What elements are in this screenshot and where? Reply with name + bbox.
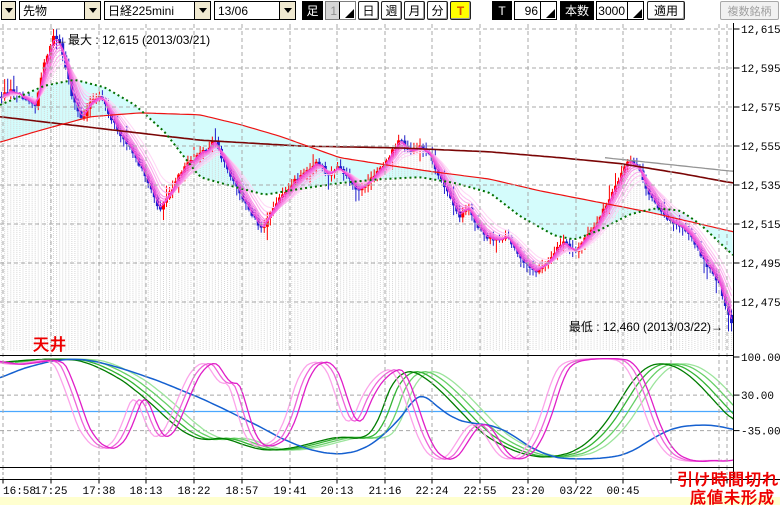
symbol-select[interactable]: 日経225mini (104, 1, 211, 20)
bar-type-button[interactable]: 足 (302, 1, 323, 20)
dropdown-arrow-icon[interactable] (2, 2, 15, 19)
tick-size-label: T (492, 1, 512, 20)
svg-text:12,495: 12,495 (741, 259, 780, 271)
bar-count-label: 本数 (560, 1, 594, 20)
svg-text:18:57: 18:57 (225, 486, 258, 498)
spinner-icon[interactable] (540, 2, 556, 19)
svg-text:12,535: 12,535 (741, 181, 780, 193)
svg-text:19:41: 19:41 (273, 486, 306, 498)
contract-month-value: 13/06 (215, 4, 279, 18)
bar-count-value: 3000 (597, 2, 627, 19)
period-minute-button[interactable]: 分 (427, 1, 448, 20)
toolbar: 先物 日経225mini 13/06 足 1 日 週 月 分 T T 96 本数… (0, 0, 780, 23)
symbol-select-value: 日経225mini (105, 2, 194, 19)
interval-value: 1 (326, 2, 339, 19)
spinner-icon[interactable] (339, 2, 355, 19)
tick-size-value: 96 (515, 2, 540, 19)
svg-text:20:13: 20:13 (320, 486, 353, 498)
svg-text:12,515: 12,515 (741, 220, 780, 232)
svg-text:12,575: 12,575 (741, 103, 780, 115)
svg-text:18:13: 18:13 (129, 486, 162, 498)
svg-text:12,555: 12,555 (741, 142, 780, 154)
bottom-not-formed-annotation: 底値未形成 (690, 484, 775, 505)
svg-text:00:45: 00:45 (606, 486, 639, 498)
period-day-button[interactable]: 日 (358, 1, 379, 20)
multi-symbol-button[interactable]: 複数銘柄 (720, 1, 779, 20)
tick-size-spinner[interactable]: 96 (514, 1, 557, 20)
svg-text:17:38: 17:38 (82, 486, 115, 498)
svg-text:16:58: 16:58 (3, 486, 36, 498)
dropdown-arrow-icon[interactable] (84, 2, 100, 19)
product-select[interactable]: 先物 (19, 1, 101, 20)
product-select-value: 先物 (20, 2, 84, 19)
svg-text:21:16: 21:16 (368, 486, 401, 498)
panel-collapse-combo[interactable] (1, 1, 16, 20)
apply-button[interactable]: 適用 (647, 1, 685, 20)
trading-chart-app: 12,615 12,595 12,575 12,555 12,535 12,515 12,4… (0, 0, 780, 505)
dropdown-arrow-icon[interactable] (194, 2, 210, 19)
max-price-annotation: ←最大 : 12,615 (2013/03/21) (56, 31, 210, 48)
svg-text:100.00: 100.00 (741, 353, 780, 365)
svg-text:22:24: 22:24 (415, 486, 448, 498)
spinner-icon[interactable] (627, 2, 643, 19)
interval-spinner[interactable]: 1 (325, 1, 356, 20)
period-week-button[interactable]: 週 (381, 1, 402, 20)
svg-text:03/22: 03/22 (559, 486, 592, 498)
svg-text:30.00: 30.00 (741, 391, 774, 403)
svg-text:12,475: 12,475 (741, 298, 780, 310)
svg-text:17:25: 17:25 (34, 486, 67, 498)
contract-month-select[interactable]: 13/06 (214, 1, 296, 20)
svg-text:12,595: 12,595 (741, 64, 780, 76)
svg-text:-35.00: -35.00 (741, 427, 780, 439)
min-price-annotation: 最低 : 12,460 (2013/03/22)→ (569, 318, 723, 335)
bar-count-spinner[interactable]: 3000 (596, 1, 644, 20)
period-month-button[interactable]: 月 (404, 1, 425, 20)
ceiling-annotation: 天井 (33, 331, 67, 355)
svg-text:23:20: 23:20 (511, 486, 544, 498)
svg-text:12,615: 12,615 (741, 25, 780, 37)
svg-text:18:22: 18:22 (177, 486, 210, 498)
dropdown-arrow-icon[interactable] (279, 2, 295, 19)
period-tick-button[interactable]: T (450, 1, 471, 20)
chart-canvas[interactable]: 12,615 12,595 12,575 12,555 12,535 12,515 12,4… (0, 0, 780, 505)
svg-text:22:55: 22:55 (463, 486, 496, 498)
